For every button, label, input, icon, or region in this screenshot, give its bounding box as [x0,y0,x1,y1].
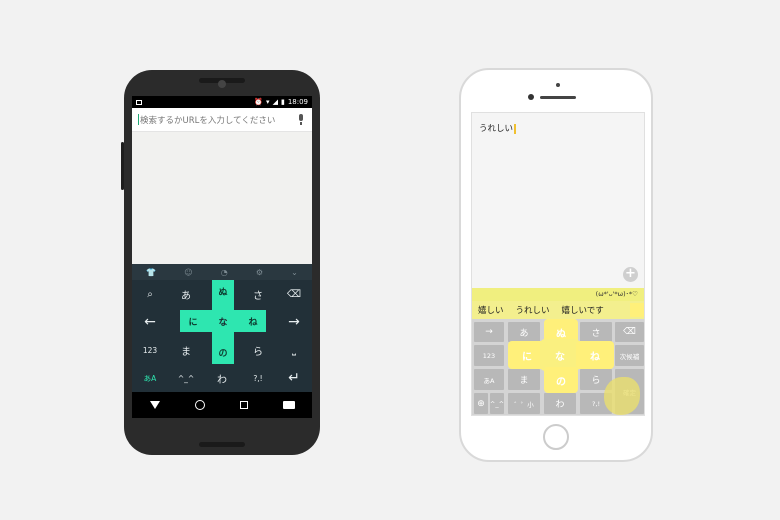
gear-icon[interactable]: ⚙ [256,268,263,277]
proximity-sensor [556,83,560,87]
kaomoji-key[interactable]: ^_^ [490,393,504,414]
space-key[interactable]: ⎵ [276,336,312,364]
mode-key[interactable]: あA [474,369,504,390]
power-button [121,142,124,190]
flick-right[interactable]: ね [576,341,614,369]
flick-down[interactable]: の [212,342,234,362]
navigation-bar [132,392,312,418]
key-grid: ⌕ あ さ ⌫ ← → 123 ま ら ⎵ あA ^_^ わ ?,! ↵ ぬ に… [132,280,312,392]
status-time: 18:09 [287,98,308,106]
candidate-item[interactable]: 嬉しい [472,304,510,316]
number-key[interactable]: 123 [474,345,504,366]
keyboard-switch-icon[interactable] [282,401,295,409]
mic-icon[interactable] [296,113,306,126]
key-wa[interactable]: わ [204,364,240,392]
recent-apps-icon[interactable] [239,401,248,409]
candidate-item[interactable]: 嬉しいです [556,304,610,316]
search-key[interactable]: ⌕ [132,280,168,308]
android-phone: ⏰ ▾ ◢ ▮ 18:09 検索するかURLを入力してください 👕 ☺ ◔ ⚙ … [121,70,320,455]
battery-icon: ▮ [280,98,285,106]
candidate-item[interactable]: うれしい [510,304,556,316]
key-ra[interactable]: ら [240,336,276,364]
bottom-speaker [199,442,245,447]
text-cursor [514,123,517,134]
search-bar[interactable]: 検索するかURLを入力してください [132,108,312,132]
mode-key[interactable]: あA [132,364,168,392]
search-input[interactable]: 検索するかURLを入力してください [140,114,296,126]
key-a[interactable]: あ [508,322,540,342]
home-icon[interactable] [194,400,205,410]
page-content [132,132,312,262]
key-sa[interactable]: さ [240,280,276,308]
status-bar: ⏰ ▾ ◢ ▮ 18:09 [132,96,312,108]
touch-highlight [604,377,640,415]
back-icon[interactable] [149,401,160,409]
key-sa[interactable]: さ [580,322,612,342]
flick-up[interactable]: ぬ [212,282,234,300]
key-ma[interactable]: ま [508,369,540,390]
key-wa[interactable]: わ [544,393,576,414]
backspace-key[interactable]: ⌫ [276,280,312,308]
android-screen: ⏰ ▾ ◢ ▮ 18:09 検索するかURLを入力してください 👕 ☺ ◔ ⚙ … [132,96,312,418]
candidate-bar: 嬉しい うれしい 嬉しいです [472,301,644,319]
kaomoji-key[interactable]: ^_^ [168,364,204,392]
chevron-down-icon[interactable]: ⌄ [291,268,298,277]
keyboard-toolbar: 👕 ☺ ◔ ⚙ ⌄ [132,264,312,280]
iphone-screen: うれしい + (ω*'ᴗ'*ω)･*♡ 嬉しい うれしい 嬉しいです → あ さ… [471,112,645,416]
text-area[interactable]: うれしい [479,122,517,134]
cursor-right-key[interactable]: → [276,308,312,336]
notification-icon [136,99,142,105]
enter-key[interactable]: ↵ [276,364,312,392]
home-button[interactable] [543,424,569,450]
flick-center[interactable]: な [212,310,234,332]
kaomoji-suggestion[interactable]: (ω*'ᴗ'*ω)･*♡ [472,288,644,301]
front-camera [218,80,226,88]
smile-icon[interactable]: ☺ [184,268,192,277]
punctuation-key[interactable]: ?,! [240,364,276,392]
iphone: うれしい + (ω*'ᴗ'*ω)･*♡ 嬉しい うれしい 嬉しいです → あ さ… [459,68,653,462]
globe-key[interactable]: ⊕ [474,393,488,414]
alarm-icon: ⏰ [254,98,264,106]
flick-left[interactable]: に [180,310,206,332]
kaomoji-icon[interactable]: ◔ [221,268,228,277]
cursor-left-key[interactable]: ← [132,308,168,336]
android-keyboard: 👕 ☺ ◔ ⚙ ⌄ ⌕ あ さ ⌫ ← → 123 ま ら ⎵ あA ^_^ わ… [132,264,312,392]
typed-text: うれしい [479,124,514,134]
flick-down[interactable]: の [544,367,578,393]
backspace-key[interactable]: ⌫ [615,322,644,342]
wifi-icon: ▾ [266,98,270,106]
dakuten-key[interactable]: ゛゜小 [508,393,540,414]
earpiece-speaker [540,96,576,99]
key-a[interactable]: あ [168,280,204,308]
candidate-selector[interactable] [630,303,644,317]
front-camera [528,94,534,100]
text-cursor [138,114,139,125]
iphone-keyboard: → あ さ ⌫ 123 次候補 あA ま ら ⊕ ^_^ ゛゜小 わ ?,! 確… [472,319,644,415]
key-ma[interactable]: ま [168,336,204,364]
add-button[interactable]: + [623,267,638,282]
shirt-icon[interactable]: 👕 [146,268,156,277]
cursor-right-key[interactable]: → [474,322,504,342]
next-candidate-key[interactable]: 次候補 [615,345,644,366]
number-key[interactable]: 123 [132,336,168,364]
flick-right[interactable]: ね [240,310,266,332]
signal-icon: ◢ [272,98,278,106]
